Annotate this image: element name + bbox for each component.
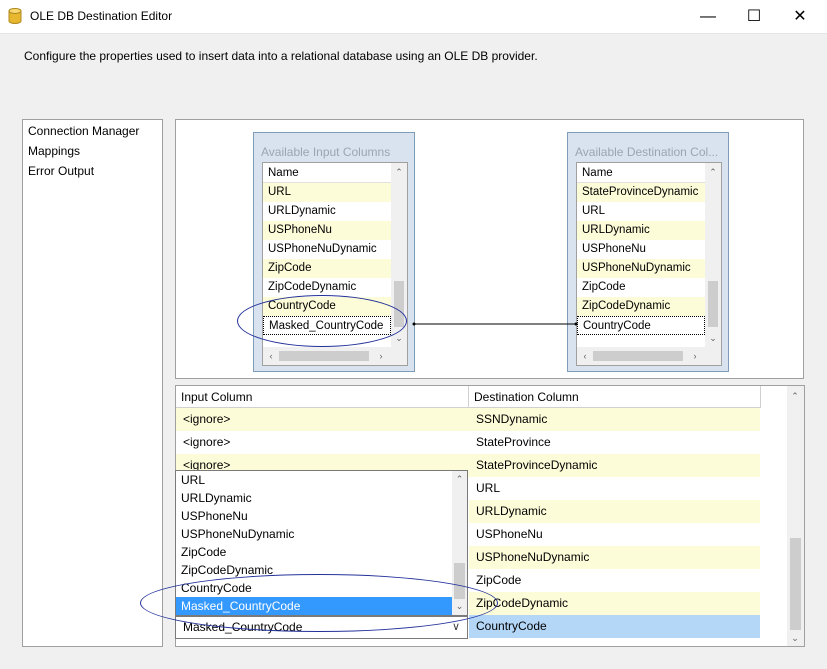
annotation-ellipse: [140, 574, 498, 632]
maximize-button[interactable]: ☐: [731, 0, 777, 33]
grid-destination-cell[interactable]: URLDynamic: [469, 500, 760, 523]
title-bar: OLE DB Destination Editor — ☐ ✕: [0, 0, 827, 33]
chevron-down-icon[interactable]: ⌄: [787, 633, 803, 643]
grid-destination-cell[interactable]: USPhoneNu: [469, 523, 760, 546]
nav-item-error-output[interactable]: Error Output: [28, 164, 94, 178]
grid-input-cell[interactable]: <ignore>: [176, 408, 469, 431]
chevron-up-icon[interactable]: ⌃: [452, 474, 467, 484]
grid-destination-cell[interactable]: SSNDynamic: [469, 408, 760, 431]
nav-item-mappings[interactable]: Mappings: [28, 144, 80, 158]
nav-item-connection-manager[interactable]: Connection Manager: [28, 124, 139, 138]
dropdown-option[interactable]: USPhoneNuDynamic: [176, 525, 452, 543]
grid-destination-cell[interactable]: USPhoneNuDynamic: [469, 546, 760, 569]
dropdown-option[interactable]: URLDynamic: [176, 489, 452, 507]
annotation-ellipse: [237, 295, 407, 347]
grid-vertical-scrollbar[interactable]: ⌃ ⌄: [787, 386, 804, 646]
mapping-panel: Available Input Columns Name URL URLDyna…: [175, 119, 804, 379]
grid-input-cell[interactable]: <ignore>: [176, 431, 469, 454]
scroll-thumb[interactable]: [790, 538, 801, 630]
grid-destination-cell[interactable]: URL: [469, 477, 760, 500]
column-header-destination[interactable]: Destination Column: [469, 386, 761, 408]
chevron-up-icon[interactable]: ⌃: [787, 391, 803, 401]
grid-destination-cell[interactable]: StateProvinceDynamic: [469, 454, 760, 477]
close-button[interactable]: ✕: [777, 0, 823, 33]
dropdown-option[interactable]: ZipCode: [176, 543, 452, 561]
page-description: Configure the properties used to insert …: [24, 49, 538, 63]
grid-destination-cell[interactable]: StateProvince: [469, 431, 760, 454]
title-divider: [0, 33, 827, 34]
column-header-input[interactable]: Input Column: [176, 386, 469, 408]
grid-destination-cell[interactable]: ZipCodeDynamic: [469, 592, 760, 615]
grid-destination-cell[interactable]: ZipCode: [469, 569, 760, 592]
grid-destination-cell-selected[interactable]: CountryCode: [469, 615, 760, 638]
dropdown-option[interactable]: USPhoneNu: [176, 507, 452, 525]
dropdown-option[interactable]: URL: [176, 471, 452, 489]
page-nav: Connection Manager Mappings Error Output: [22, 119, 163, 647]
window-title: OLE DB Destination Editor: [30, 9, 173, 23]
database-cylinder-icon: [8, 8, 22, 24]
minimize-button[interactable]: —: [685, 0, 731, 33]
